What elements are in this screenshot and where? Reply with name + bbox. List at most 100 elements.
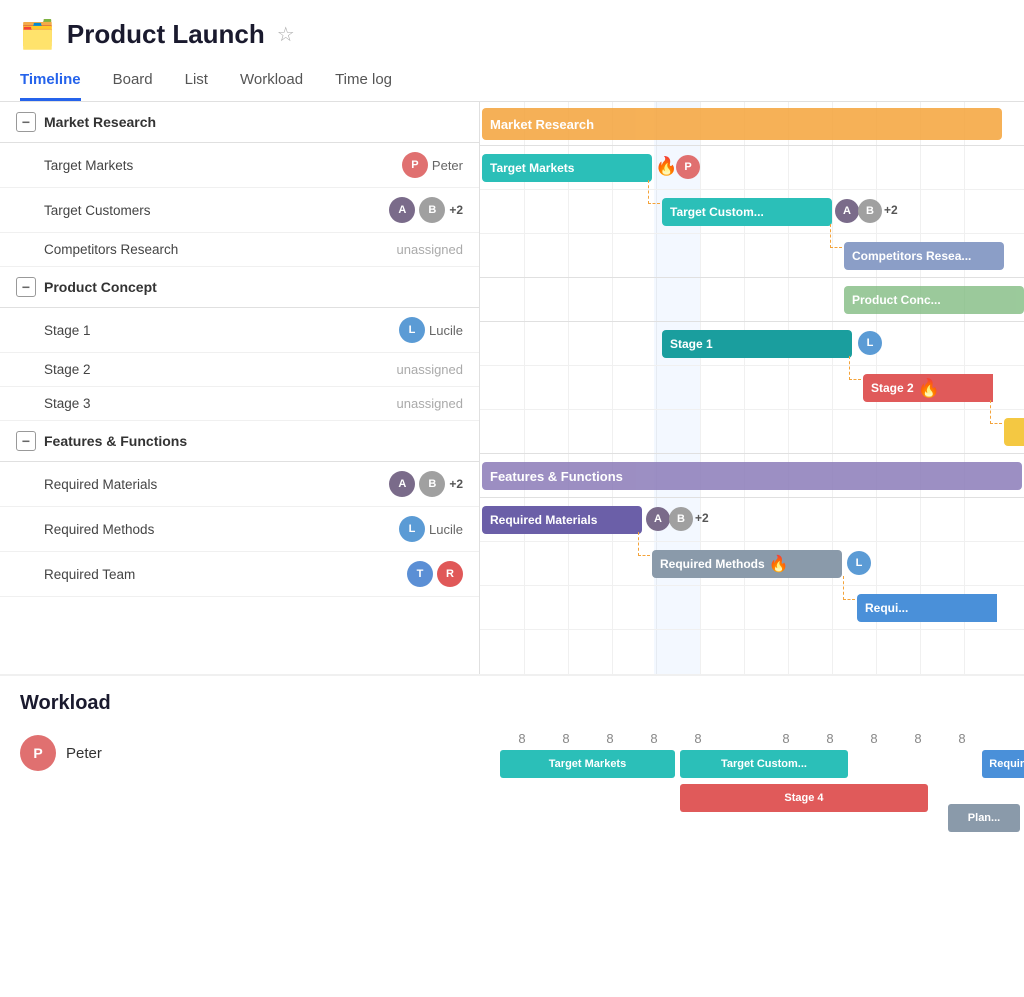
workload-section: Workload P Peter 8 8 8 8 8 8 8 8 8 8 [0,674,1024,848]
group-market-research[interactable]: − Market Research [0,102,479,143]
connector-stage2 [849,356,861,380]
avatar-group1: A [389,197,415,223]
task-name-target-markets: Target Markets [44,158,402,173]
gantt-bar-target-markets[interactable]: Target Markets [482,154,652,182]
workload-num-2: 8 [544,727,588,750]
avatar-team-2: R [437,561,463,587]
wbar-label-requir: Requir... [989,758,1024,770]
gantt-bar-required-team[interactable]: Requi... [857,594,997,622]
flame-icon-target-markets: 🔥 [655,156,677,177]
tab-timelog[interactable]: Time log [335,61,392,101]
gantt-bar-label-stage1: Stage 1 [670,337,713,351]
wbar-stage4[interactable]: Stage 4 [680,784,928,812]
gantt-bar-required-methods[interactable]: Required Methods 🔥 [652,550,842,578]
workload-avatar-peter: P [20,735,56,771]
gantt-avatar-customers-2: B [858,199,882,223]
tab-timeline[interactable]: Timeline [20,61,81,101]
gantt-row-required-team: Requi... [480,586,1024,630]
plus-badge-gantt-materials: +2 [695,511,709,525]
unassigned-stage2: unassigned [397,362,464,377]
connector-competitors [830,224,842,248]
task-assignee-required-materials: A B +2 [389,471,463,497]
gantt-row-required-materials: Required Materials A B +2 [480,498,1024,542]
gantt-bar-label-customers: Target Custom... [670,205,764,219]
avatar-team-1: T [407,561,433,587]
group-toggle-market-research[interactable]: − [16,112,36,132]
gantt-bar-stage3[interactable] [1004,418,1024,446]
wbar-target-markets[interactable]: Target Markets [500,750,675,778]
gantt-bar-label-required-methods: Required Methods [660,557,765,571]
tab-board[interactable]: Board [113,61,153,101]
workload-num-10: 8 [896,727,940,750]
workload-num-7: 8 [764,727,808,750]
group-label-market-research: Market Research [44,114,156,130]
flame-icon-methods: 🔥 [769,554,789,574]
task-name-stage3: Stage 3 [44,396,397,411]
workload-bars: Target Markets Target Custom... Requir..… [500,750,1004,840]
wbar-target-customers[interactable]: Target Custom... [680,750,848,778]
avatar-lucile-methods: L [399,516,425,542]
gantt-bar-product-concept[interactable]: Product Conc... [844,286,1024,314]
gantt-bar-label-market-research: Market Research [490,117,594,132]
task-row-required-materials: Required Materials A B +2 [0,462,479,507]
task-row-stage3: Stage 3 unassigned [0,387,479,421]
group-product-concept[interactable]: − Product Concept [0,267,479,308]
gantt-row-target-markets: Target Markets 🔥 P [480,146,1024,190]
plus-badge-gantt-customers: +2 [884,203,898,217]
gantt-bar-stage2[interactable]: Stage 2 🔥 [863,374,993,402]
task-row-required-methods: Required Methods L Lucile [0,507,479,552]
assignee-label-lucile-methods: Lucile [429,522,463,537]
wbar-label-target-markets: Target Markets [549,758,626,770]
gantt-row-stage3 [480,410,1024,454]
gantt-bar-stage1[interactable]: Stage 1 [662,330,852,358]
wbar-label-plan: Plan... [968,812,1000,824]
gantt-avatar-lucile-stage1: L [858,331,882,355]
task-name-stage1: Stage 1 [44,323,399,338]
gantt-bar-market-research[interactable]: Market Research [482,108,1002,140]
tab-workload[interactable]: Workload [240,61,303,101]
gantt-bar-label-product-concept: Product Conc... [852,293,941,307]
tab-list[interactable]: List [185,61,208,101]
connector-team [843,576,855,600]
avatar-materials-2: B [419,471,445,497]
wbar-requir[interactable]: Requir... [982,750,1024,778]
task-name-required-methods: Required Methods [44,522,399,537]
group-toggle-product-concept[interactable]: − [16,277,36,297]
avatar-lucile-stage1: L [399,317,425,343]
group-toggle-features[interactable]: − [16,431,36,451]
plus-badge-materials: +2 [449,477,463,491]
task-name-target-customers: Target Customers [44,203,389,218]
wbar-plan[interactable]: Plan... [948,804,1020,832]
gantt-row-stage2: Stage 2 🔥 [480,366,1024,410]
gantt-avatar-customers-1: A [835,199,859,223]
avatar-materials-1: A [389,471,415,497]
assignee-label-peter: Peter [432,158,463,173]
gantt-row-required-methods: Required Methods 🔥 L [480,542,1024,586]
star-icon[interactable]: ☆ [277,22,295,47]
task-row-required-team: Required Team T R [0,552,479,597]
gantt-avatar-peter: P [676,155,700,179]
workload-num-9: 8 [852,727,896,750]
gantt-group-row-features: Features & Functions [480,454,1024,498]
workload-title: Workload [20,692,1004,715]
task-assignee-required-team: T R [407,561,463,587]
gantt-bar-target-customers[interactable]: Target Custom... [662,198,832,226]
app-icon: 🗂️ [20,18,55,51]
group-features-functions[interactable]: − Features & Functions [0,421,479,462]
workload-num-1: 8 [500,727,544,750]
gantt-row-stage1: Stage 1 L [480,322,1024,366]
avatar-group2: B [419,197,445,223]
gantt-bar-competitors[interactable]: Competitors Resea... [844,242,1004,270]
app-title: Product Launch [67,19,265,50]
workload-numbers: 8 8 8 8 8 8 8 8 8 8 [500,727,1004,750]
gantt-bar-required-materials[interactable]: Required Materials [482,506,642,534]
workload-row-peter: P Peter 8 8 8 8 8 8 8 8 8 8 Target [20,727,1004,840]
workload-gantt-peter: 8 8 8 8 8 8 8 8 8 8 Target Markets Targe… [500,727,1004,840]
task-assignee-target-markets: P Peter [402,152,463,178]
app-header: 🗂️ Product Launch ☆ [0,0,1024,51]
task-assignee-stage1: L Lucile [399,317,463,343]
connector-customers [648,180,660,204]
gantt-bar-features[interactable]: Features & Functions [482,462,1022,490]
right-panel: Market Research Target Markets 🔥 P Targe… [480,102,1024,674]
plus-badge-customers: +2 [449,203,463,217]
